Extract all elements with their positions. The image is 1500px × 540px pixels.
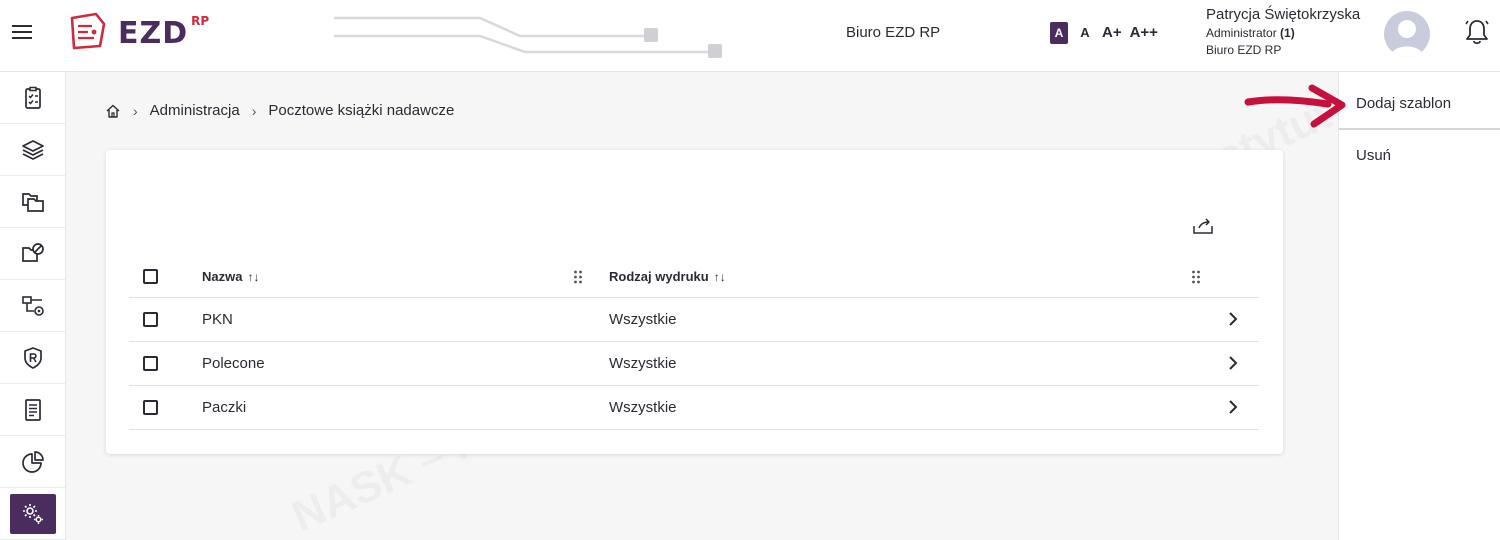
action-panel: Dodaj szablon Usuń: [1338, 72, 1500, 540]
pie-chart-icon: [21, 450, 44, 473]
breadcrumb: › Administracja › Pocztowe książki nadaw…: [105, 102, 454, 119]
cell-print-type: Wszystkie: [609, 311, 677, 328]
gears-icon: [22, 503, 43, 524]
layers-icon: [21, 139, 44, 160]
flow-settings-icon: [21, 295, 44, 316]
sidebar-item-layers[interactable]: [0, 124, 65, 176]
cell-name: Polecone: [202, 355, 265, 372]
user-role-count: (1): [1280, 26, 1295, 40]
chevron-right-icon: ›: [251, 102, 257, 119]
cell-name: PKN: [202, 311, 233, 328]
content-card: Nazwa ↑↓ Rodzaj wydruku ↑↓ PKN Wszystkie P…: [106, 150, 1283, 454]
sidebar-item-documents[interactable]: [0, 384, 65, 436]
column-header-name-label: Nazwa: [202, 269, 243, 284]
cell-name: Paczki: [202, 399, 247, 416]
office-name: Biuro EZD RP: [846, 24, 941, 41]
chevron-right-icon: ›: [133, 102, 138, 119]
font-size-switcher: A A A+ A++: [1050, 22, 1158, 44]
font-size-default-button[interactable]: A: [1050, 22, 1068, 44]
sidebar-item-workflow[interactable]: [0, 280, 65, 332]
row-checkbox[interactable]: [143, 400, 158, 415]
annotation-arrow-icon: [1244, 84, 1346, 128]
table-header-row: Nazwa ↑↓ Rodzaj wydruku ↑↓: [129, 256, 1259, 298]
chevron-right-icon[interactable]: [1226, 354, 1240, 372]
main-sidebar: [0, 72, 66, 540]
user-role-label: Administrator: [1206, 26, 1277, 40]
column-drag-handle-icon[interactable]: [1191, 269, 1201, 285]
sidebar-item-tasks[interactable]: [0, 72, 65, 124]
sidebar-item-reports[interactable]: [0, 436, 65, 488]
sidebar-item-folders[interactable]: [0, 176, 65, 228]
cell-print-type: Wszystkie: [609, 355, 677, 372]
font-size-xlarge-button[interactable]: A++: [1130, 22, 1158, 44]
cell-print-type: Wszystkie: [609, 399, 677, 416]
breadcrumb-administration[interactable]: Administracja: [150, 102, 240, 119]
chevron-right-icon[interactable]: [1226, 398, 1240, 416]
sort-icon[interactable]: ↑↓: [714, 270, 726, 284]
user-office: Biuro EZD RP: [1206, 43, 1282, 57]
table-row[interactable]: PKN Wszystkie: [129, 298, 1259, 342]
row-checkbox[interactable]: [143, 356, 158, 371]
font-size-small-button[interactable]: A: [1076, 22, 1094, 44]
font-size-large-button[interactable]: A+: [1102, 22, 1122, 44]
shield-r-icon: [23, 346, 42, 369]
data-table: Nazwa ↑↓ Rodzaj wydruku ↑↓ PKN Wszystkie P…: [129, 256, 1259, 430]
clipboard-checklist-icon: [24, 86, 41, 109]
logo-text: EZD: [118, 16, 189, 51]
add-template-button[interactable]: Dodaj szablon: [1339, 72, 1500, 130]
circuit-decoration-icon: [334, 16, 722, 58]
folder-blocked-icon: [21, 242, 44, 262]
delete-button[interactable]: Usuń: [1339, 130, 1500, 180]
avatar[interactable]: [1384, 11, 1430, 57]
home-icon[interactable]: [105, 103, 121, 119]
column-drag-handle-icon[interactable]: [573, 269, 583, 285]
notification-bell-icon[interactable]: [1464, 18, 1490, 46]
folders-icon: [21, 192, 44, 212]
chevron-right-icon[interactable]: [1226, 310, 1240, 328]
sort-icon[interactable]: ↑↓: [247, 270, 259, 284]
logo-superscript: RP: [191, 14, 210, 28]
hamburger-menu-icon[interactable]: [12, 25, 32, 41]
column-header-name[interactable]: Nazwa ↑↓: [202, 269, 259, 284]
breadcrumb-current-page: Pocztowe książki nadawcze: [268, 102, 455, 119]
sidebar-item-registry[interactable]: [0, 332, 65, 384]
table-row[interactable]: Paczki Wszystkie: [129, 386, 1259, 430]
column-header-print-type[interactable]: Rodzaj wydruku ↑↓: [609, 269, 726, 284]
app-logo[interactable]: EZD RP: [66, 10, 209, 52]
sidebar-item-administration[interactable]: [0, 488, 65, 540]
sidebar-item-blocked-folders[interactable]: [0, 228, 65, 280]
select-all-checkbox[interactable]: [143, 269, 158, 284]
user-silhouette-icon: [1390, 20, 1424, 57]
row-checkbox[interactable]: [143, 312, 158, 327]
export-icon[interactable]: [1192, 216, 1214, 236]
document-list-icon: [24, 398, 41, 421]
ezd-logo-mark-icon: [70, 12, 106, 50]
table-row[interactable]: Polecone Wszystkie: [129, 342, 1259, 386]
user-role: Administrator (1): [1206, 26, 1360, 40]
user-name: Patrycja Świętokrzyska: [1206, 6, 1361, 23]
user-info[interactable]: Patrycja Świętokrzyska Administrator (1)…: [1206, 6, 1360, 57]
top-header: EZD RP Biuro EZD RP A A A+ A++ Patrycja …: [0, 0, 1500, 72]
column-header-print-type-label: Rodzaj wydruku: [609, 269, 709, 284]
